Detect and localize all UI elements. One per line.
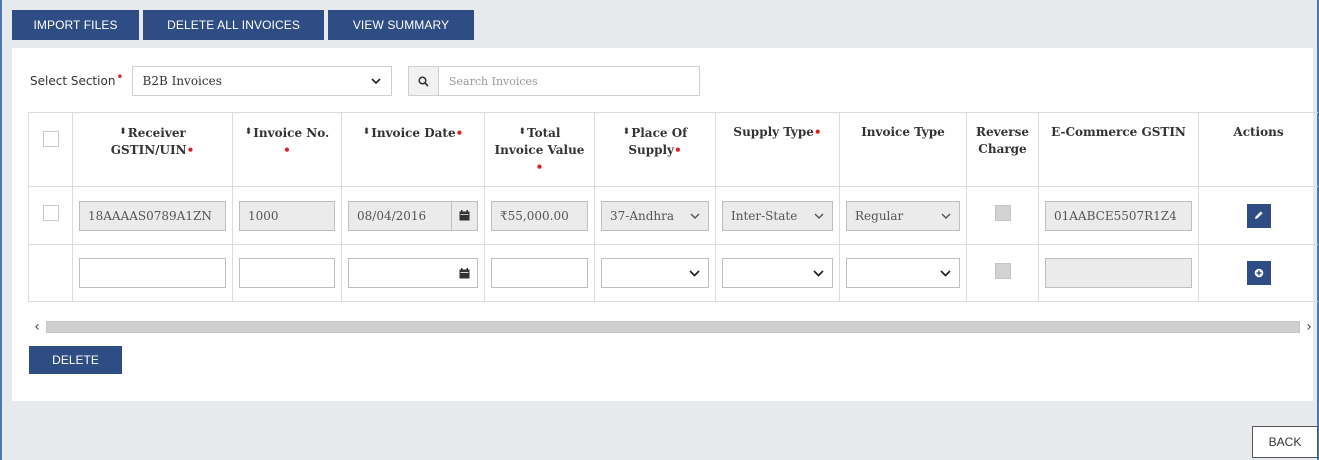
import-files-button[interactable]: IMPORT FILES (12, 10, 139, 40)
reverse-charge-checkbox (994, 205, 1011, 221)
header-actions: Actions (1198, 112, 1318, 187)
invoice-panel: Select Section• B2B Invoices Search Invo… (12, 48, 1318, 401)
back-button[interactable]: BACK (1252, 426, 1318, 458)
header-invoice-type: Invoice Type (839, 112, 967, 187)
new-place-of-supply-select[interactable] (601, 258, 709, 288)
chevron-down-icon (689, 266, 700, 280)
header-place-of-supply[interactable]: ⬍Place Of Supply• (594, 112, 716, 187)
scroll-right-icon[interactable]: › (1300, 319, 1318, 335)
search-box (408, 66, 700, 96)
plus-circle-icon (1254, 266, 1264, 281)
new-supply-type-select[interactable] (722, 258, 833, 288)
new-total-value-input[interactable] (491, 258, 588, 288)
view-summary-button[interactable]: VIEW SUMMARY (328, 10, 474, 40)
ecommerce-gstin-field: 01AABCE5507R1Z4 (1045, 200, 1192, 231)
place-of-supply-select: 37-Andhra (601, 200, 709, 231)
invoice-type-select: Regular (846, 200, 960, 231)
chevron-down-icon (814, 209, 824, 223)
new-invoice-no-input[interactable] (239, 258, 335, 288)
section-row: Select Section• B2B Invoices (30, 66, 392, 96)
new-reverse-charge-checkbox (994, 262, 1011, 279)
invoice-table: ⬍Receiver GSTIN/UIN• ⬍Invoice No. • ⬍Invoi… (28, 112, 1318, 302)
calendar-icon (451, 201, 477, 230)
header-invoice-no[interactable]: ⬍Invoice No. • (232, 112, 342, 187)
scroll-thumb[interactable] (46, 321, 1300, 333)
table-row: 18AAAAS0789A1ZN 1000 08/04/2016 ₹55,000.… (28, 186, 1318, 245)
search-input[interactable] (439, 67, 699, 95)
select-section-label: Select Section• (30, 70, 124, 88)
delete-button[interactable]: DELETE (29, 346, 122, 374)
header-invoice-date[interactable]: ⬍Invoice Date• (341, 112, 485, 187)
invoice-no-field: 1000 (239, 200, 335, 231)
invoice-date-value: 08/04/2016 (357, 208, 427, 223)
add-button[interactable] (1246, 261, 1271, 285)
select-all-header (28, 112, 73, 187)
chevron-down-icon (941, 209, 951, 223)
header-receiver-gstin[interactable]: ⬍Receiver GSTIN/UIN• (72, 112, 233, 187)
section-select-value: B2B Invoices (142, 74, 222, 88)
place-of-supply-value: 37-Andhra (610, 208, 675, 223)
header-total-invoice-value[interactable]: ⬍Total Invoice Value • (484, 112, 595, 187)
table-header-row: ⬍Receiver GSTIN/UIN• ⬍Invoice No. • ⬍Invoi… (28, 112, 1318, 187)
sort-icon: ⬍ (119, 127, 127, 137)
toolbar: IMPORT FILES DELETE ALL INVOICES VIEW SU… (12, 10, 474, 40)
delete-all-invoices-button[interactable]: DELETE ALL INVOICES (143, 10, 324, 40)
supply-type-select: Inter-State (722, 200, 833, 231)
invoice-type-value: Regular (855, 208, 904, 223)
table-row-new (28, 244, 1318, 302)
receiver-gstin-field: 18AAAAS0789A1ZN (79, 200, 226, 231)
chevron-down-icon (813, 266, 824, 280)
sort-icon: ⬍ (622, 127, 631, 137)
chevron-down-icon (370, 75, 381, 88)
row-checkbox[interactable] (42, 205, 59, 221)
required-marker: • (116, 70, 124, 84)
new-receiver-gstin-input[interactable] (79, 258, 226, 288)
select-all-checkbox[interactable] (42, 131, 59, 147)
invoice-table-container: ⬍Receiver GSTIN/UIN• ⬍Invoice No. • ⬍Invoi… (28, 112, 1318, 332)
header-reverse-charge: Reverse Charge (966, 112, 1039, 187)
chevron-down-icon (690, 209, 700, 223)
page-frame: IMPORT FILES DELETE ALL INVOICES VIEW SU… (0, 0, 1319, 460)
sort-icon: ⬍ (518, 127, 527, 137)
search-icon[interactable] (409, 67, 439, 95)
sort-icon: ⬍ (362, 127, 371, 137)
chevron-down-icon (940, 266, 951, 280)
pencil-icon (1254, 208, 1264, 223)
horizontal-scrollbar[interactable]: ‹ › (28, 319, 1318, 335)
edit-button[interactable] (1246, 203, 1271, 228)
new-invoice-date-input[interactable] (348, 258, 478, 288)
header-supply-type: Supply Type• (715, 112, 840, 187)
sort-icon: ⬍ (244, 127, 253, 137)
new-invoice-type-select[interactable] (846, 258, 960, 288)
calendar-icon[interactable] (451, 259, 477, 287)
invoice-date-field: 08/04/2016 (348, 200, 478, 231)
supply-type-value: Inter-State (731, 208, 798, 223)
new-ecommerce-gstin-field (1045, 258, 1192, 288)
header-ecommerce-gstin: E-Commerce GSTIN (1038, 112, 1199, 187)
section-select[interactable]: B2B Invoices (131, 66, 392, 96)
scroll-left-icon[interactable]: ‹ (28, 319, 46, 335)
total-invoice-value-field: ₹55,000.00 (491, 200, 588, 231)
